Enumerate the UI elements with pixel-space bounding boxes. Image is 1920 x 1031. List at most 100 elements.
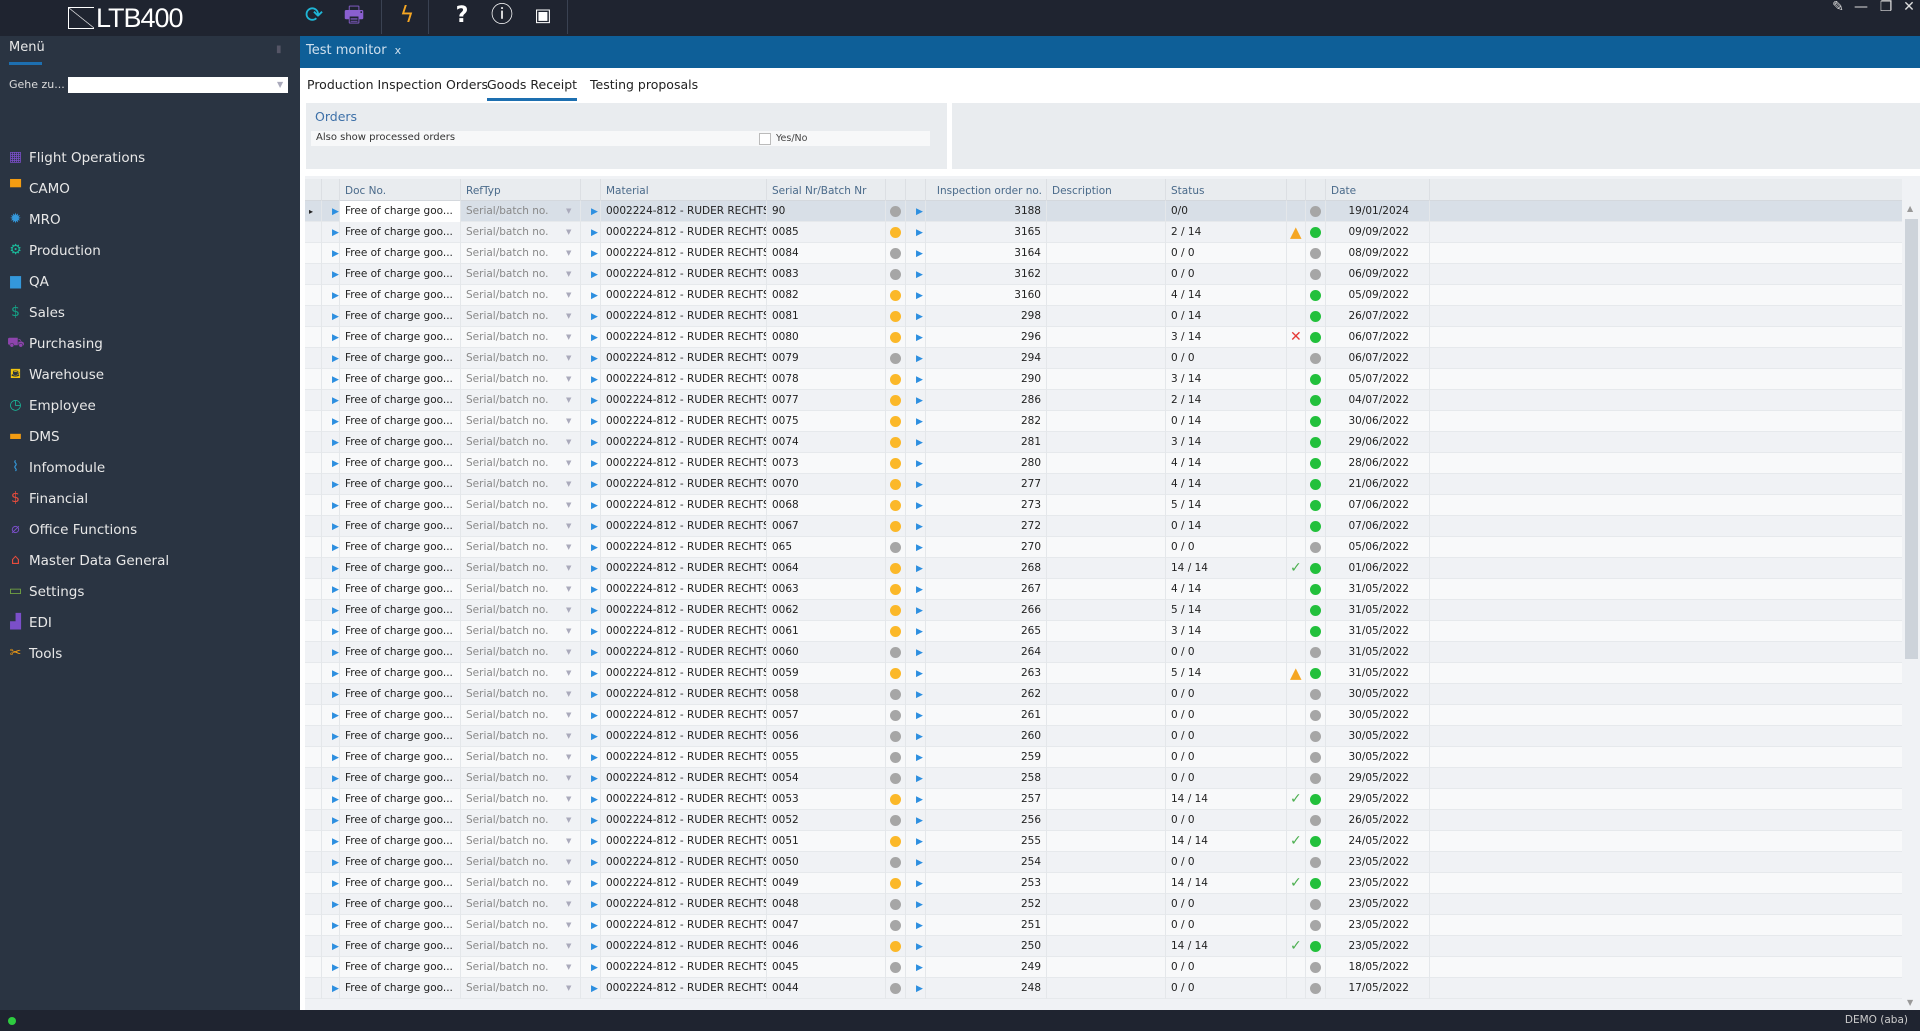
doc-no-cell[interactable]: Free of charge goo... — [339, 537, 460, 558]
close-window-button[interactable]: ✕ — [1898, 0, 1920, 14]
tab-test-monitor[interactable]: Test monitor x — [306, 43, 401, 58]
doc-no-cell[interactable]: Free of charge goo... — [339, 789, 460, 810]
open-order-icon[interactable]: ▶ — [905, 474, 925, 495]
open-order-icon[interactable]: ▶ — [905, 285, 925, 306]
doc-no-cell[interactable]: Free of charge goo... — [339, 957, 460, 978]
row-indicator[interactable] — [305, 831, 321, 852]
row-indicator[interactable] — [305, 579, 321, 600]
table-row[interactable]: ▶ Free of charge goo... Serial/batch no.… — [305, 264, 1902, 285]
chevron-down-icon[interactable]: ▼ — [566, 852, 571, 873]
reftyp-dropdown[interactable]: Serial/batch no. ▼ — [460, 390, 580, 411]
inspection-order-cell[interactable]: 3165 — [925, 222, 1046, 243]
table-row[interactable]: ▶ Free of charge goo... Serial/batch no.… — [305, 474, 1902, 495]
date-cell[interactable]: 05/09/2022 — [1325, 285, 1430, 306]
expand-row-icon[interactable]: ▶ — [321, 600, 339, 621]
header-status[interactable]: Status — [1165, 179, 1286, 201]
status-cell[interactable]: 4 / 14 — [1165, 579, 1286, 600]
inspection-order-cell[interactable]: 248 — [925, 978, 1046, 999]
open-order-icon[interactable]: ▶ — [905, 831, 925, 852]
status-cell[interactable]: 0 / 0 — [1165, 852, 1286, 873]
sidebar-item-sales[interactable]: $ Sales — [0, 301, 300, 327]
open-ref-icon[interactable]: ▶ — [580, 873, 600, 894]
status-cell[interactable]: 3 / 14 — [1165, 432, 1286, 453]
inspection-order-cell[interactable]: 256 — [925, 810, 1046, 831]
doc-no-cell[interactable]: Free of charge goo... — [339, 495, 460, 516]
expand-row-icon[interactable]: ▶ — [321, 894, 339, 915]
reftyp-dropdown[interactable]: Serial/batch no. ▼ — [460, 684, 580, 705]
row-indicator[interactable] — [305, 537, 321, 558]
table-row[interactable]: ▶ Free of charge goo... Serial/batch no.… — [305, 390, 1902, 411]
inspection-order-cell[interactable]: 277 — [925, 474, 1046, 495]
open-ref-icon[interactable]: ▶ — [580, 327, 600, 348]
reftyp-dropdown[interactable]: Serial/batch no. ▼ — [460, 348, 580, 369]
expand-row-icon[interactable]: ▶ — [321, 453, 339, 474]
description-cell[interactable] — [1046, 201, 1165, 222]
inspection-order-cell[interactable]: 251 — [925, 915, 1046, 936]
table-row[interactable]: ▶ Free of charge goo... Serial/batch no.… — [305, 936, 1902, 957]
table-row[interactable]: ▶ Free of charge goo... Serial/batch no.… — [305, 516, 1902, 537]
material-cell[interactable]: 0002224-812 - RUDER RECHTS — [600, 411, 766, 432]
description-cell[interactable] — [1046, 264, 1165, 285]
doc-no-cell[interactable]: Free of charge goo... — [339, 600, 460, 621]
description-cell[interactable] — [1046, 810, 1165, 831]
sidebar-item-dms[interactable]: ▬ DMS — [0, 425, 300, 451]
chevron-down-icon[interactable]: ▼ — [566, 558, 571, 579]
inspection-order-cell[interactable]: 3188 — [925, 201, 1046, 222]
description-cell[interactable] — [1046, 222, 1165, 243]
table-row[interactable]: ▶ Free of charge goo... Serial/batch no.… — [305, 978, 1902, 999]
chevron-down-icon[interactable]: ▼ — [566, 390, 571, 411]
reftyp-dropdown[interactable]: Serial/batch no. ▼ — [460, 642, 580, 663]
status-cell[interactable]: 0 / 0 — [1165, 726, 1286, 747]
serial-cell[interactable]: 0068 — [766, 495, 885, 516]
doc-no-cell[interactable]: Free of charge goo... — [339, 432, 460, 453]
open-ref-icon[interactable]: ▶ — [580, 642, 600, 663]
status-cell[interactable]: 0 / 0 — [1165, 768, 1286, 789]
table-row[interactable]: ▶ Free of charge goo... Serial/batch no.… — [305, 852, 1902, 873]
serial-cell[interactable]: 0047 — [766, 915, 885, 936]
doc-no-cell[interactable]: Free of charge goo... — [339, 684, 460, 705]
open-order-icon[interactable]: ▶ — [905, 894, 925, 915]
row-indicator[interactable] — [305, 852, 321, 873]
material-cell[interactable]: 0002224-812 - RUDER RECHTS — [600, 831, 766, 852]
open-order-icon[interactable]: ▶ — [905, 600, 925, 621]
open-ref-icon[interactable]: ▶ — [580, 432, 600, 453]
serial-cell[interactable]: 0048 — [766, 894, 885, 915]
date-cell[interactable]: 09/09/2022 — [1325, 222, 1430, 243]
row-indicator[interactable] — [305, 243, 321, 264]
material-cell[interactable]: 0002224-812 - RUDER RECHTS — [600, 243, 766, 264]
status-cell[interactable]: 2 / 14 — [1165, 222, 1286, 243]
expand-row-icon[interactable]: ▶ — [321, 222, 339, 243]
open-order-icon[interactable]: ▶ — [905, 453, 925, 474]
description-cell[interactable] — [1046, 537, 1165, 558]
table-row[interactable]: ▶ Free of charge goo... Serial/batch no.… — [305, 894, 1902, 915]
sidebar-item-financial[interactable]: $ Financial — [0, 487, 300, 513]
date-cell[interactable]: 26/05/2022 — [1325, 810, 1430, 831]
row-indicator[interactable] — [305, 264, 321, 285]
doc-no-cell[interactable]: Free of charge goo... — [339, 810, 460, 831]
expand-row-icon[interactable]: ▶ — [321, 831, 339, 852]
material-cell[interactable]: 0002224-812 - RUDER RECHTS — [600, 600, 766, 621]
vertical-scrollbar[interactable]: ▲ ▼ — [1902, 201, 1920, 1010]
chevron-down-icon[interactable]: ▼ — [566, 243, 571, 264]
open-ref-icon[interactable]: ▶ — [580, 663, 600, 684]
row-indicator[interactable] — [305, 789, 321, 810]
subtab-testing-proposals[interactable]: Testing proposals — [590, 77, 698, 98]
inspection-order-cell[interactable]: 3164 — [925, 243, 1046, 264]
table-row[interactable]: ▶ Free of charge goo... Serial/batch no.… — [305, 957, 1902, 978]
description-cell[interactable] — [1046, 432, 1165, 453]
row-indicator[interactable] — [305, 978, 321, 999]
open-order-icon[interactable]: ▶ — [905, 705, 925, 726]
material-cell[interactable]: 0002224-812 - RUDER RECHTS — [600, 537, 766, 558]
reftyp-dropdown[interactable]: Serial/batch no. ▼ — [460, 726, 580, 747]
reftyp-dropdown[interactable]: Serial/batch no. ▼ — [460, 264, 580, 285]
status-cell[interactable]: 0 / 0 — [1165, 915, 1286, 936]
table-row[interactable]: ▶ Free of charge goo... Serial/batch no.… — [305, 705, 1902, 726]
open-ref-icon[interactable]: ▶ — [580, 810, 600, 831]
doc-no-cell[interactable]: Free of charge goo... — [339, 642, 460, 663]
status-cell[interactable]: 0 / 0 — [1165, 243, 1286, 264]
material-cell[interactable]: 0002224-812 - RUDER RECHTS — [600, 684, 766, 705]
table-row[interactable]: ▶ Free of charge goo... Serial/batch no.… — [305, 789, 1902, 810]
doc-no-cell[interactable]: Free of charge goo... — [339, 201, 460, 222]
sidebar-item-edi[interactable]: ▟ EDI — [0, 611, 300, 637]
expand-row-icon[interactable]: ▶ — [321, 369, 339, 390]
